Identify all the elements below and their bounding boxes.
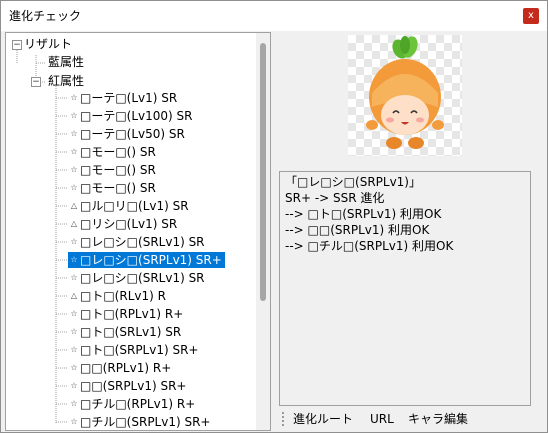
tree-item[interactable]: ☆ □モー□() SR <box>68 144 156 160</box>
star-icon: ☆ <box>70 93 78 102</box>
tree-item[interactable]: ☆ □□(RPLv1) R+ <box>68 360 171 376</box>
result-tree[interactable]: − リザルト 藍属性 − 紅属性 ☆ □ーテ□(Lv1) SR ☆ □ーテ□(Lv1… <box>5 32 271 431</box>
star-icon: ☆ <box>70 183 78 192</box>
tree-item[interactable]: ☆ □チル□(RPLv1) R+ <box>68 396 195 412</box>
tree-scrollbar[interactable] <box>256 33 270 430</box>
tree-item-label: □ーテ□(Lv1) SR <box>80 91 178 105</box>
character-preview <box>348 35 462 156</box>
tree-item[interactable]: ☆ □ーテ□(Lv50) SR <box>68 126 185 142</box>
tree-item[interactable]: ☆ □□(SRPLv1) SR+ <box>68 378 186 394</box>
tree-item[interactable]: ☆ □チル□(SRPLv1) SR+ <box>68 414 210 430</box>
tree-item[interactable]: ☆ □ト□(SRPLv1) SR+ <box>68 342 198 358</box>
window-title: 進化チェック <box>9 9 82 23</box>
star-icon: ☆ <box>70 147 78 156</box>
info-line: --> □ト□(SRPLv1) 利用OK <box>285 207 442 221</box>
crimson-group-expander[interactable]: − <box>31 77 41 87</box>
tree-group-indigo[interactable]: 藍属性 <box>48 54 84 70</box>
tree-item-label: □リシ□(Lv1) SR <box>80 217 178 231</box>
tree-item-label: □ーテ□(Lv50) SR <box>80 127 185 141</box>
tree-item-label: □ト□(RLv1) R <box>80 289 166 303</box>
tree-item[interactable]: ☆ □レ□シ□(SRLv1) SR <box>68 270 205 286</box>
url-menu[interactable]: URL <box>370 411 394 427</box>
star-icon: ☆ <box>70 237 78 246</box>
triangle-icon: △ <box>70 219 78 228</box>
star-icon: ☆ <box>70 381 78 390</box>
star-icon: ☆ <box>70 399 78 408</box>
tree-item[interactable]: △ □ル□リ□(Lv1) SR <box>68 198 189 214</box>
star-icon: ☆ <box>70 327 78 336</box>
tree-root-result[interactable]: リザルト <box>24 36 72 52</box>
tree-item-label: □チル□(SRPLv1) SR+ <box>80 415 211 429</box>
tree-item[interactable]: ☆ □ーテ□(Lv100) SR <box>68 108 193 124</box>
info-scrollbar[interactable] <box>531 171 545 404</box>
star-icon: ☆ <box>70 273 78 282</box>
triangle-icon: △ <box>70 291 78 300</box>
tree-item-label: □レ□シ□(SRPLv1) SR+ <box>80 253 222 267</box>
tree-item[interactable]: △ □ト□(RLv1) R <box>68 288 166 304</box>
evolution-info-textbox[interactable]: 「□レ□シ□(SRPLv1)」 SR+ -> SSR 進化 --> □ト□(SR… <box>279 171 531 406</box>
tree-item-label: □レ□シ□(SRLv1) SR <box>80 271 205 285</box>
title-bar: 進化チェック x <box>1 1 547 31</box>
tree-item-label: □レ□シ□(SRLv1) SR <box>80 235 205 249</box>
tree-item-label: □チル□(RPLv1) R+ <box>80 397 196 411</box>
tree-group-label: 紅属性 <box>48 74 85 88</box>
tree-item-label: □ーテ□(Lv100) SR <box>80 109 193 123</box>
chara-edit-menu[interactable]: キャラ編集 <box>408 411 468 427</box>
tree-item-label: □ト□(SRLv1) SR <box>80 325 182 339</box>
tree-item[interactable]: △ □リシ□(Lv1) SR <box>68 216 177 232</box>
info-line: SR+ -> SSR 進化 <box>285 191 385 205</box>
evolution-route-menu[interactable]: 進化ルート <box>293 411 353 427</box>
star-icon: ☆ <box>70 345 78 354</box>
tree-item-label: □ト□(SRPLv1) SR+ <box>80 343 199 357</box>
evolution-check-window: 進化チェック x − リザルト 藍属性 − 紅属性 ☆ □ーテ□(Lv1) SR… <box>0 0 548 433</box>
tree-group-crimson[interactable]: 紅属性 <box>48 73 84 89</box>
tree-scrollbar-thumb[interactable] <box>260 43 266 301</box>
tree-item[interactable]: ☆ □モー□() SR <box>68 180 156 196</box>
tree-item-label: □□(RPLv1) R+ <box>80 361 172 375</box>
toolbar-grip[interactable] <box>282 412 287 426</box>
tree-item[interactable]: ☆ □モー□() SR <box>68 162 156 178</box>
tree-item[interactable]: ☆ □ーテ□(Lv1) SR <box>68 90 177 106</box>
carrot-mascot-icon <box>366 36 444 149</box>
star-icon: ☆ <box>70 363 78 372</box>
bottom-menu-bar: 進化ルート URL キャラ編集 <box>279 408 547 430</box>
info-line: --> □□(SRPLv1) 利用OK <box>285 223 430 237</box>
tree-item-label: □モー□() SR <box>80 181 156 195</box>
tree-item[interactable]: ☆ □ト□(SRLv1) SR <box>68 324 181 340</box>
info-line: 「□レ□シ□(SRPLv1)」 <box>285 175 421 189</box>
tree-group-label: 藍属性 <box>48 55 85 69</box>
tree-item-selected[interactable]: ☆ □レ□シ□(SRPLv1) SR+ <box>68 252 225 268</box>
star-icon: ☆ <box>70 417 78 426</box>
star-icon: ☆ <box>70 129 78 138</box>
star-icon: ☆ <box>70 111 78 120</box>
star-icon: ☆ <box>70 165 78 174</box>
tree-item[interactable]: ☆ □ト□(RPLv1) R+ <box>68 306 183 322</box>
tree-item-label: □ト□(RPLv1) R+ <box>80 307 184 321</box>
tree-item-label: □モー□() SR <box>80 145 156 159</box>
tree-item[interactable]: ☆ □レ□シ□(SRLv1) SR <box>68 234 205 250</box>
root-expander[interactable]: − <box>12 40 22 50</box>
tree-item-label: □ル□リ□(Lv1) SR <box>80 199 189 213</box>
info-line: --> □チル□(SRPLv1) 利用OK <box>285 239 454 253</box>
close-button[interactable]: x <box>523 8 539 24</box>
triangle-icon: △ <box>70 201 78 210</box>
star-icon: ☆ <box>70 309 78 318</box>
tree-root-label: リザルト <box>24 37 73 51</box>
star-icon: ☆ <box>70 255 78 264</box>
tree-item-label: □□(SRPLv1) SR+ <box>80 379 187 393</box>
tree-item-label: □モー□() SR <box>80 163 156 177</box>
